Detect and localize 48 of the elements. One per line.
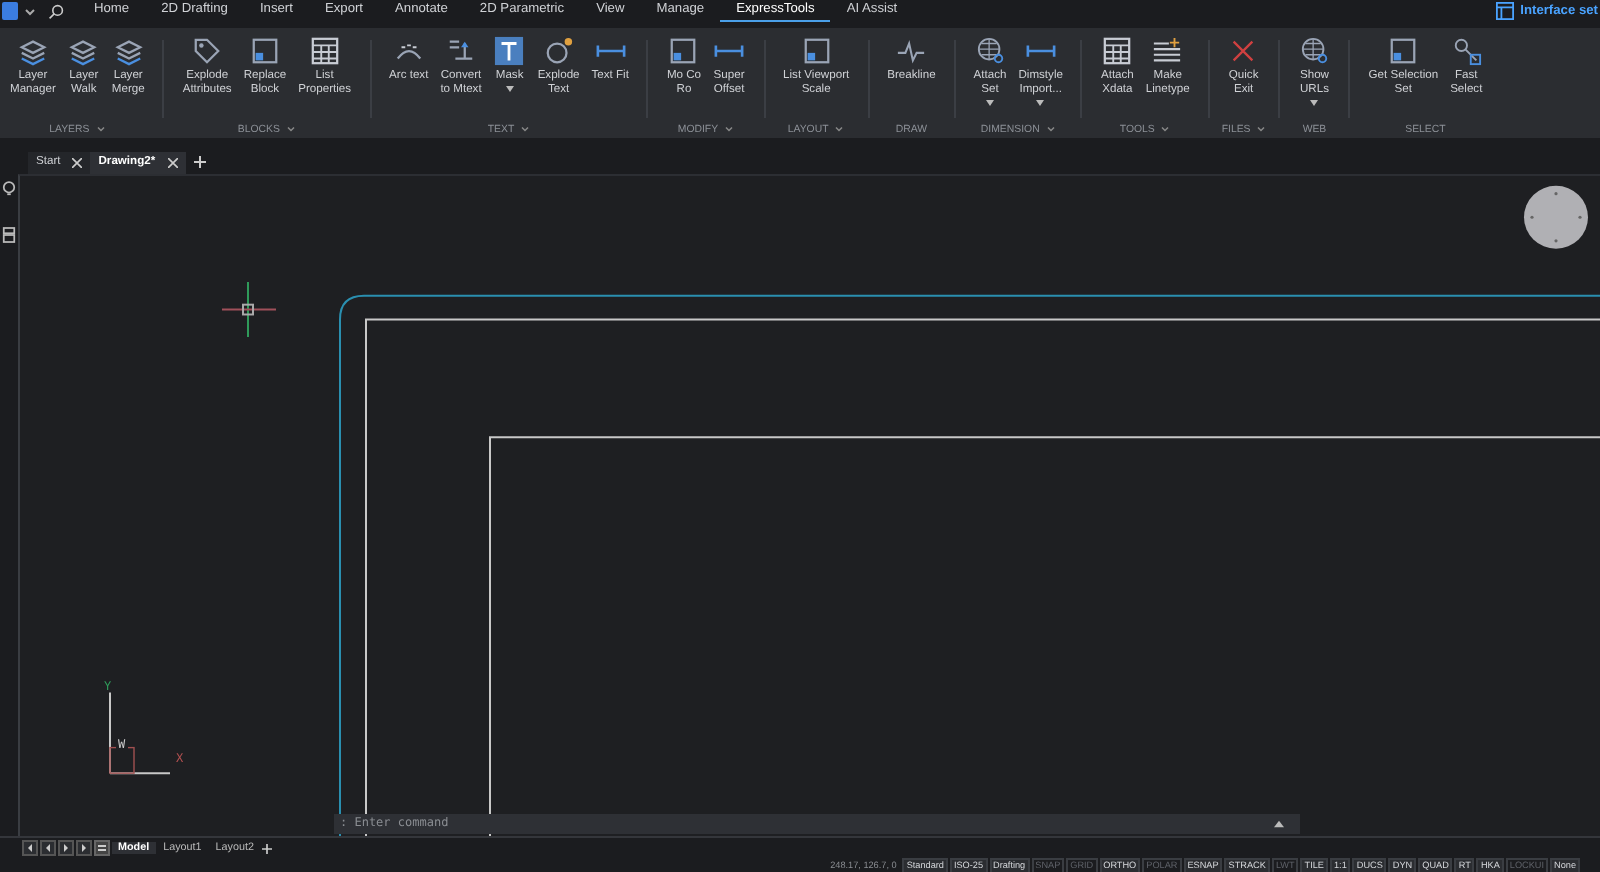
dropdown-arrow-icon	[1310, 100, 1319, 106]
arrow-icon	[446, 36, 476, 66]
chevron-down-icon[interactable]	[95, 126, 106, 132]
expand-up-icon[interactable]	[1274, 820, 1284, 828]
chevron-down-icon[interactable]	[724, 126, 735, 132]
circle-icon	[543, 36, 574, 66]
chevron-down-icon[interactable]	[520, 126, 531, 132]
globe-icon	[1299, 36, 1330, 66]
chevron-down-icon[interactable]	[1160, 126, 1171, 132]
dropdown-arrow-icon	[986, 100, 995, 106]
box-icon	[494, 36, 525, 66]
frame-icon	[1388, 36, 1419, 66]
search-icon[interactable]	[48, 3, 64, 19]
frame-icon	[801, 36, 832, 66]
layers-icon	[68, 36, 99, 66]
tag-icon	[192, 36, 223, 66]
navigation-wheel[interactable]	[1524, 185, 1588, 249]
add-tab-icon[interactable]	[193, 156, 206, 168]
close-icon[interactable]	[72, 157, 83, 167]
window-icon[interactable]	[1496, 2, 1515, 20]
chevron-down-icon[interactable]	[1256, 126, 1267, 132]
zigzag-icon	[896, 36, 927, 66]
first-page-icon[interactable]	[22, 840, 38, 856]
chevron-down-icon[interactable]	[834, 126, 845, 132]
table-icon	[1102, 36, 1133, 66]
add-layout-icon[interactable]	[261, 843, 272, 853]
lines-icon	[1152, 36, 1183, 66]
last-page-icon[interactable]	[76, 840, 92, 856]
frame-icon	[249, 36, 280, 66]
list-icon[interactable]	[94, 840, 110, 856]
crosshair-cursor	[221, 281, 277, 339]
frame-icon	[668, 36, 699, 66]
layers-icon	[113, 36, 144, 66]
close-icon	[1228, 36, 1259, 66]
layers-icon[interactable]	[2, 226, 16, 244]
table-icon	[309, 36, 340, 66]
lightbulb-icon[interactable]	[2, 180, 16, 198]
chevron-down-icon[interactable]	[1045, 126, 1056, 132]
chevron-down-icon[interactable]	[285, 126, 296, 132]
dropdown-arrow-icon	[1036, 100, 1045, 106]
next-page-icon[interactable]	[58, 840, 74, 856]
layers-icon	[17, 36, 48, 66]
close-icon[interactable]	[167, 157, 178, 167]
chevron-down-icon[interactable]	[24, 7, 36, 15]
prev-page-icon[interactable]	[40, 840, 56, 856]
globe-icon	[975, 36, 1006, 66]
dropdown-arrow-icon	[505, 86, 514, 92]
cursor-icon	[1451, 36, 1482, 66]
